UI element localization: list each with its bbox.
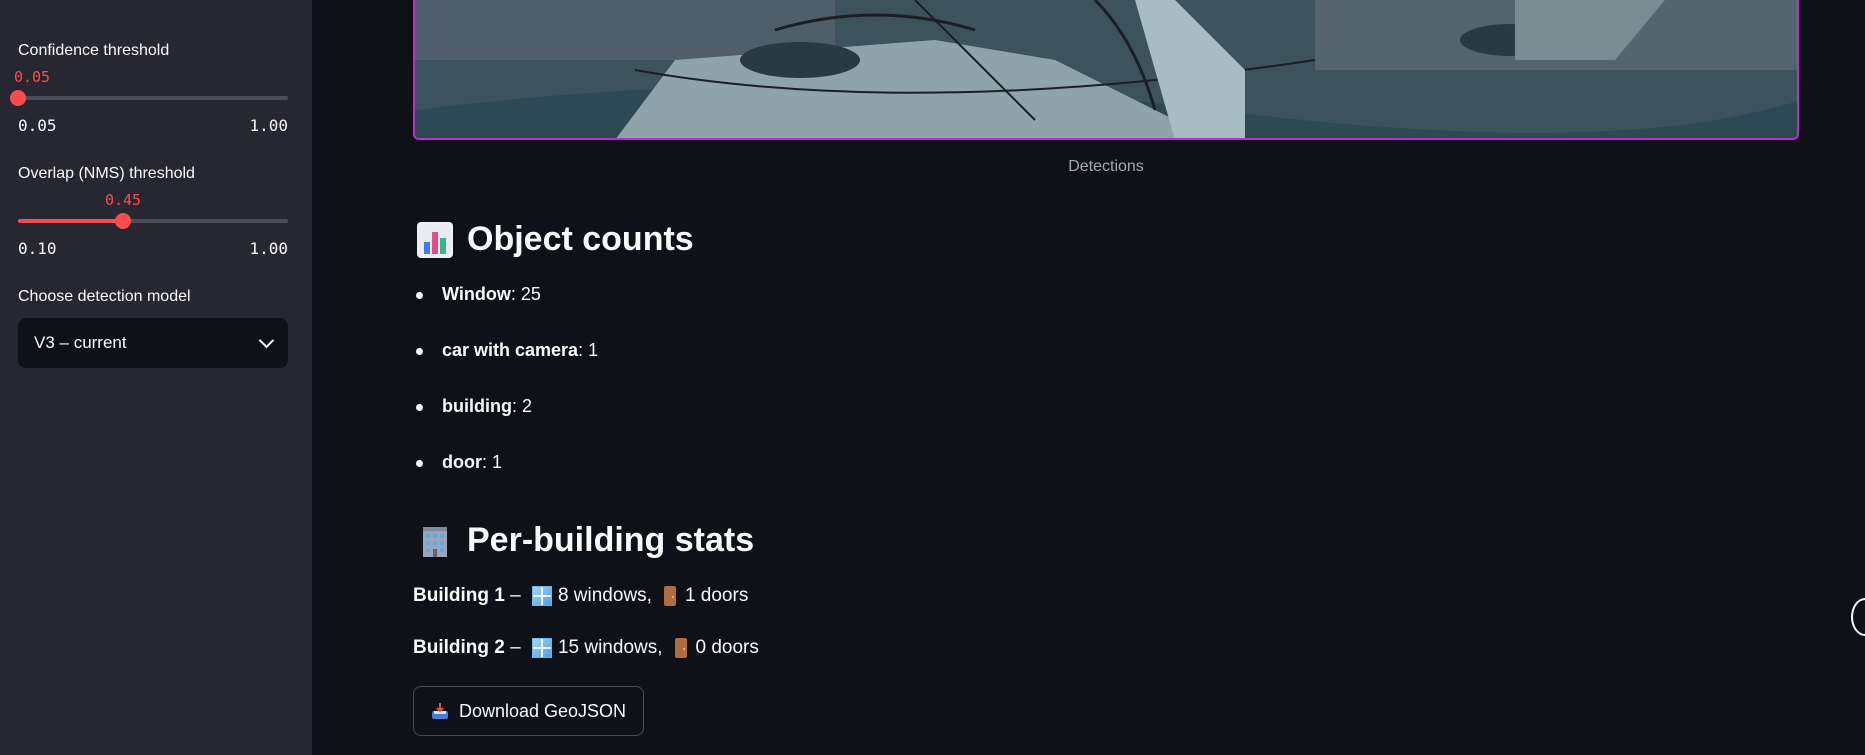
building-doors: 1 doors	[684, 585, 749, 606]
overlap-range: 0.10 1.00	[18, 239, 288, 258]
confidence-max: 1.00	[249, 116, 288, 135]
building-sep: –	[504, 637, 526, 658]
overlap-slider-thumb[interactable]	[115, 213, 132, 229]
download-label: Download GeoJSON	[458, 700, 627, 721]
list-item: building: 2	[413, 394, 598, 450]
overlap-slider[interactable]	[18, 213, 288, 229]
list-item: door: 1	[413, 450, 598, 506]
count-name: car with camera	[442, 340, 579, 360]
chevron-down-icon	[258, 332, 275, 349]
bar-chart-icon	[417, 221, 453, 258]
count-name: door	[442, 452, 482, 472]
count-value: : 2	[511, 396, 532, 416]
count-name: building	[442, 396, 512, 416]
download-geojson-button[interactable]: Download GeoJSON	[413, 686, 644, 736]
confidence-value: 0.05	[13, 68, 51, 86]
detections-image	[413, 0, 1799, 140]
building-windows: 8 windows,	[557, 585, 652, 606]
overlap-min: 0.10	[18, 239, 57, 258]
building-sep: –	[504, 585, 526, 606]
inbox-tray-icon	[431, 702, 449, 720]
model-select[interactable]: V3 – current	[18, 318, 288, 368]
scroll-edge-button[interactable]	[1851, 598, 1865, 636]
count-name: Window	[442, 284, 511, 304]
overlap-slider-fill	[18, 219, 124, 223]
count-value: : 1	[578, 340, 599, 360]
confidence-range: 0.05 1.00	[18, 116, 288, 135]
building-windows: 15 windows,	[557, 637, 663, 658]
confidence-slider[interactable]	[10, 90, 288, 106]
office-building-icon	[417, 523, 453, 559]
confidence-label: Confidence threshold	[18, 42, 170, 59]
per-building-heading: Per-building stats	[417, 521, 754, 560]
window-icon	[531, 638, 552, 658]
overlap-label: Overlap (NMS) threshold	[18, 165, 195, 182]
object-counts-title: Object counts	[467, 220, 694, 258]
building-stat-row: Building 1 – 8 windows, 1 doors	[413, 585, 748, 607]
building-name: Building 1	[413, 585, 505, 606]
window-icon	[531, 586, 552, 606]
overlap-max: 1.00	[249, 239, 288, 258]
list-item: Window: 25	[413, 282, 598, 338]
sidebar: Confidence threshold 0.05 0.05 1.00 Over…	[0, 0, 312, 755]
object-counts-heading: Object counts	[417, 220, 694, 259]
model-label: Choose detection model	[18, 288, 191, 305]
door-icon	[674, 638, 687, 658]
per-building-title: Per-building stats	[467, 521, 755, 559]
count-value: : 25	[510, 284, 541, 304]
object-counts-list: Window: 25 car with camera: 1 building: …	[413, 282, 598, 506]
door-icon	[663, 586, 676, 606]
list-item: car with camera: 1	[413, 338, 598, 394]
confidence-min: 0.05	[18, 116, 57, 135]
confidence-slider-thumb[interactable]	[10, 90, 26, 106]
overlap-value: 0.45	[104, 191, 142, 209]
image-caption: Detections	[1068, 158, 1144, 175]
building-name: Building 2	[413, 637, 505, 658]
count-value: : 1	[482, 452, 503, 472]
model-select-value: V3 – current	[34, 333, 127, 352]
building-doors: 0 doors	[695, 637, 759, 658]
building-stat-row: Building 2 – 15 windows, 0 doors	[413, 637, 759, 659]
